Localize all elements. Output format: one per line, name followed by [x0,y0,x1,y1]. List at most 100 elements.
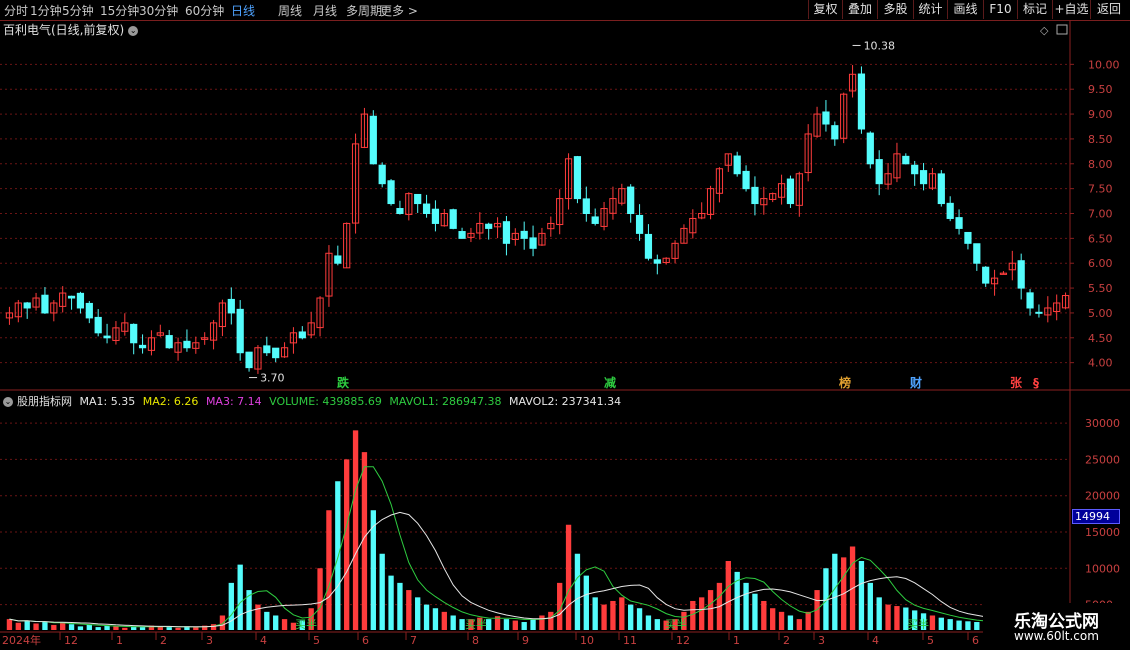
candle-body [937,173,945,205]
candle-body [742,170,750,190]
candles-layer [5,65,1070,374]
x-axis-month-label: 10 [580,634,594,647]
panel-toggle-icon[interactable] [1056,24,1068,35]
candle-body [946,202,954,219]
signal-label: 买半 [295,617,317,631]
candle-body [502,221,511,244]
price-tick-label: 8.00 [1088,158,1113,171]
candle-body [857,73,866,130]
candle-body [378,164,386,185]
watermark-url: www.60lt.com [1014,629,1099,643]
candle-body [138,344,147,349]
kline-chart[interactable]: 4.00 4.50 5.00 5.50 6.00 6.50 7.00 7.50 8.00 8.50… [0,0,1130,650]
x-axis-month-label: 12 [64,634,78,647]
x-axis-month-label: 5 [313,634,320,647]
price-tick-label: 7.50 [1088,183,1113,196]
candle-body [875,159,883,185]
candle-body [414,193,422,205]
candle-body [227,298,235,314]
signal-label: 买半 [465,617,487,631]
price-tick-label: 6.50 [1088,232,1113,245]
volume-tick-label: 25000 [1085,453,1120,466]
candle-body [396,208,404,215]
candle-body [431,208,440,224]
low-label: 3.70 [260,372,285,385]
event-marker: 跌 [337,375,350,390]
candle-body [449,209,457,229]
x-axis-month-label: 1 [116,634,123,647]
candle-body [263,345,271,354]
candle-body [422,203,431,214]
candle-body [298,331,306,339]
candle-body [573,156,582,200]
candle-body [183,340,191,349]
event-marker: 减 [604,375,616,390]
current-volume-badge: 14994 [1072,509,1120,524]
candle-body [23,302,31,309]
candle-body [964,231,972,244]
candle-body [582,198,590,214]
candle-body [236,308,244,354]
price-tick-label: 7.00 [1088,208,1113,221]
candle-body [627,186,635,215]
candle-body [369,115,377,165]
candle-body [866,132,874,165]
event-marker: 榜 [839,375,851,390]
axis-labels: 4.00 4.50 5.00 5.50 6.00 6.50 7.00 7.50 8.00 8.50… [2,58,1120,647]
candle-body [653,259,661,264]
mavol1-line [9,466,1066,628]
price-tick-label: 4.50 [1088,332,1113,345]
high-label: 10.38 [864,39,896,52]
candle-body [822,111,830,125]
candle-body [245,351,253,369]
candle-body [130,323,138,344]
x-axis-month-label: 7 [410,634,417,647]
volume-tick-label: 20000 [1085,490,1120,503]
candle-body [272,347,280,359]
price-tick-label: 5.50 [1088,282,1113,295]
x-axis-month-label: 5 [927,634,934,647]
candle-body [1026,292,1034,309]
candle-body [1035,311,1043,314]
x-axis-month-label: 1 [733,634,740,647]
candle-body [387,180,395,205]
candle-body [458,231,466,239]
event-marker: 财 [909,375,922,390]
candle-body [334,255,342,264]
x-axis-month-label: 3 [818,634,825,647]
x-axis-month-label: 8 [472,634,479,647]
candle-body [973,243,981,264]
volume-tick-label: 30000 [1085,417,1120,430]
x-axis-month-label: 6 [972,634,979,647]
candle-body [751,186,759,205]
signal-label: 买半 [907,617,929,631]
x-axis-year-label: 2024年 [2,633,41,647]
price-tick-label: 9.00 [1088,108,1113,121]
candle-body [591,216,599,224]
price-tick-label: 9.50 [1088,83,1113,96]
candle-body [955,217,963,229]
price-tick-label: 5.00 [1088,307,1113,320]
candle-body [919,170,928,185]
price-tick-label: 6.00 [1088,257,1113,270]
candle-body [635,214,644,234]
candle-body [982,266,990,284]
x-axis-month-label: 2 [160,634,167,647]
diamond-icon[interactable]: ◇ [1040,24,1049,37]
x-axis-month-label: 4 [872,634,879,647]
candle-body [41,294,49,314]
price-tick-label: 10.00 [1088,58,1120,71]
event-marker: 张 [1010,375,1023,390]
x-axis-month-label: 4 [260,634,267,647]
candle-body [733,155,741,175]
x-axis-month-label: 2 [783,634,790,647]
x-axis-month-label: 3 [206,634,213,647]
volume-tick-label: 10000 [1085,562,1120,575]
x-axis-month-label: 9 [522,634,529,647]
candle-body [76,292,85,309]
candle-body [644,233,653,259]
candle-body [165,335,173,349]
candle-body [911,164,919,175]
price-tick-label: 8.50 [1088,133,1113,146]
x-axis-month-label: 6 [362,634,369,647]
